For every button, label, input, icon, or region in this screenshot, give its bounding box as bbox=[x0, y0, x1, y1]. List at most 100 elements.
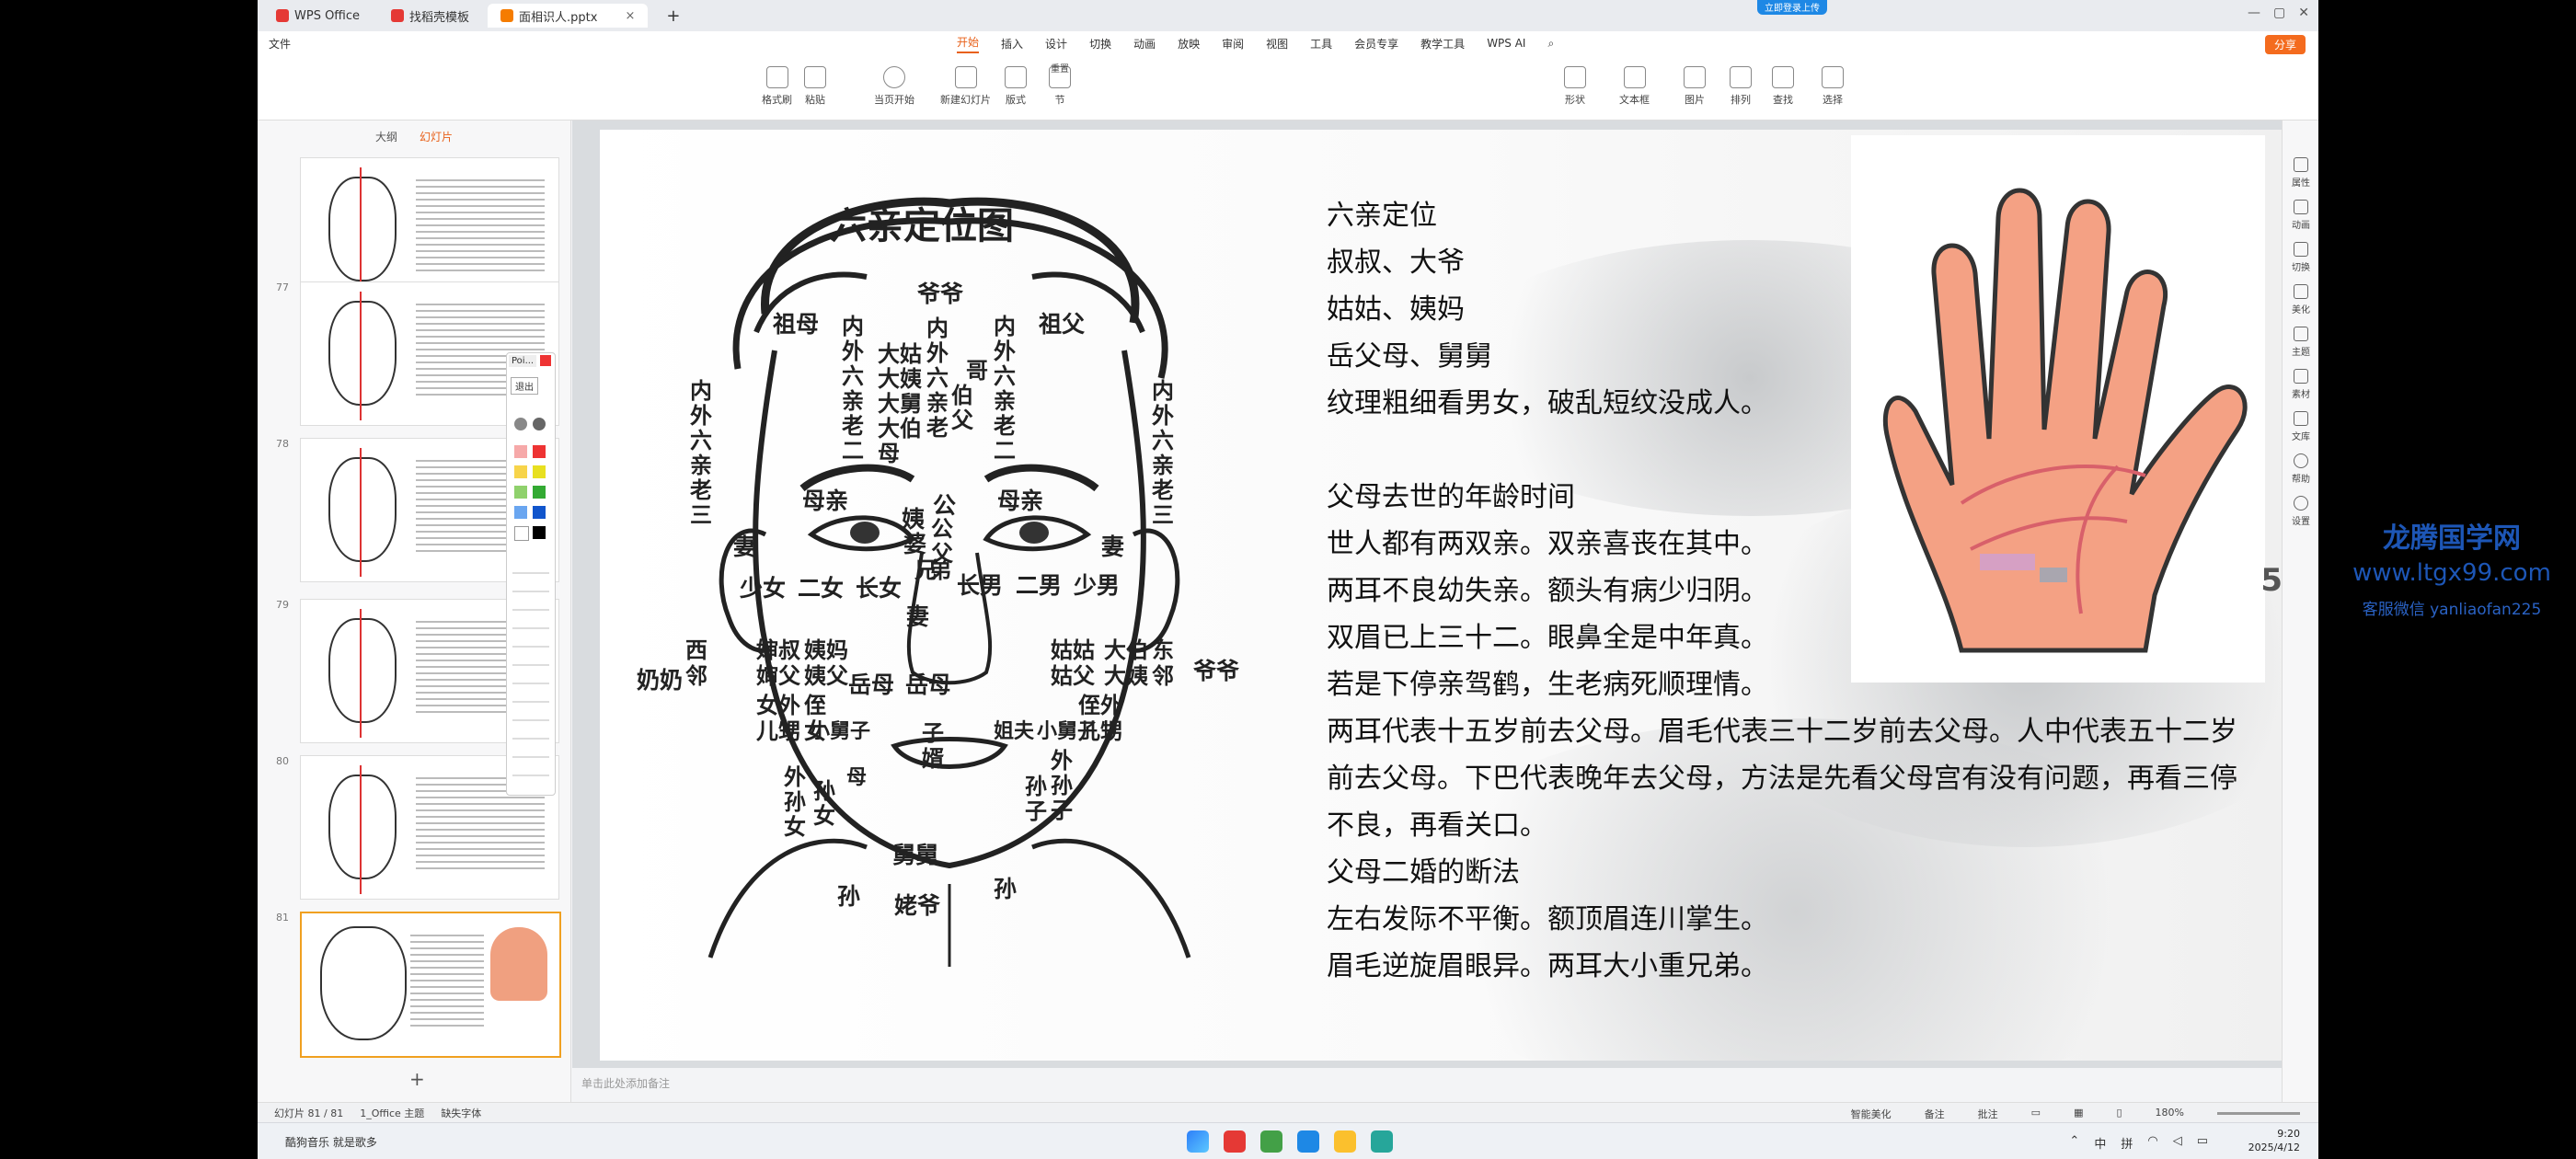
menu-slideshow[interactable]: 放映 bbox=[1178, 36, 1200, 52]
view-sorter-icon[interactable]: ▦ bbox=[2074, 1107, 2083, 1121]
close-tab-icon[interactable]: × bbox=[625, 9, 635, 23]
picture-button[interactable]: 图片 bbox=[1684, 66, 1706, 107]
slide-canvas: 六亲定位图 爷爷 祖母 祖父 母亲 母亲 妻 妻 妻 少女 二女 长女 长男 二… bbox=[572, 120, 2294, 1090]
transition-button[interactable]: 切换 bbox=[2286, 242, 2316, 273]
view-normal-icon[interactable]: ▭ bbox=[2031, 1107, 2041, 1121]
new-tab-button[interactable]: + bbox=[653, 4, 693, 28]
slide-thumbnail[interactable] bbox=[300, 157, 559, 302]
view-reading-icon[interactable]: ▯ bbox=[2116, 1107, 2122, 1121]
slide-thumbnail-selected[interactable] bbox=[300, 912, 561, 1058]
color-swatch[interactable] bbox=[514, 445, 527, 458]
tab-document[interactable]: 面相识人.pptx × bbox=[488, 4, 649, 28]
menu-insert[interactable]: 插入 bbox=[1001, 36, 1023, 52]
menu-design[interactable]: 设计 bbox=[1045, 36, 1067, 52]
select-button[interactable]: 选择 bbox=[1822, 66, 1844, 107]
color-swatch[interactable] bbox=[533, 506, 546, 519]
notes-input[interactable]: 单击此处添加备注 bbox=[572, 1070, 2293, 1097]
slide-81[interactable]: 六亲定位图 爷爷 祖母 祖父 母亲 母亲 妻 妻 妻 少女 二女 长女 长男 二… bbox=[600, 130, 2294, 1061]
ime-mode[interactable]: 拼 bbox=[2121, 1134, 2133, 1152]
menu-tools[interactable]: 工具 bbox=[1310, 36, 1332, 52]
material-button[interactable]: 素材 bbox=[2286, 369, 2316, 400]
tab-template[interactable]: 找稻壳模板 bbox=[378, 4, 482, 28]
settings-button[interactable]: 设置 bbox=[2286, 496, 2316, 527]
menu-file[interactable]: 文件 bbox=[269, 36, 291, 52]
color-swatch[interactable] bbox=[533, 445, 546, 458]
color-swatch[interactable] bbox=[514, 486, 527, 499]
zoom-level[interactable]: 180% bbox=[2156, 1107, 2184, 1121]
menu-teaching[interactable]: 教学工具 bbox=[1420, 36, 1465, 52]
color-swatch[interactable] bbox=[514, 465, 527, 478]
menu-bar: 文件 开始 插入 设计 切换 动画 放映 审阅 视图 工具 会员专享 教学工具 … bbox=[258, 31, 2318, 55]
paste-button[interactable]: 粘贴 bbox=[804, 66, 826, 107]
battery-icon[interactable]: ▭ bbox=[2197, 1134, 2208, 1152]
menu-review[interactable]: 审阅 bbox=[1222, 36, 1244, 52]
music-widget[interactable]: 酷狗音乐 就是歌多 bbox=[285, 1134, 377, 1150]
color-swatch[interactable] bbox=[533, 526, 546, 539]
tab-slides[interactable]: 幻灯片 bbox=[420, 129, 453, 144]
find-button[interactable]: 查找 bbox=[1772, 66, 1794, 107]
textbox-button[interactable]: 文本框 bbox=[1619, 66, 1650, 107]
notes-toggle[interactable]: 备注 bbox=[1925, 1107, 1945, 1121]
menu-view[interactable]: 视图 bbox=[1266, 36, 1288, 52]
color-swatch[interactable] bbox=[533, 465, 546, 478]
pen-size-icon[interactable] bbox=[533, 418, 546, 430]
volume-icon[interactable]: ◁ bbox=[2173, 1134, 2182, 1152]
search-icon[interactable]: ⌕ bbox=[1547, 37, 1554, 51]
pen-size-icon[interactable] bbox=[514, 418, 527, 430]
share-button[interactable]: 分享 bbox=[2264, 35, 2306, 54]
system-clock[interactable]: 9:20 2025/4/12 bbox=[2248, 1127, 2300, 1154]
color-swatch[interactable] bbox=[533, 486, 546, 499]
menu-home[interactable]: 开始 bbox=[957, 34, 980, 53]
face-sketch-icon bbox=[328, 775, 397, 879]
reset-button[interactable]: 重置 bbox=[1051, 61, 1069, 75]
close-palette-icon[interactable] bbox=[540, 355, 551, 366]
layout-button[interactable]: 版式 bbox=[1005, 66, 1027, 107]
library-button[interactable]: 文库 bbox=[2286, 411, 2316, 442]
theme-name[interactable]: 1_Office 主题 bbox=[360, 1106, 424, 1120]
animation-button[interactable]: 动画 bbox=[2286, 200, 2316, 231]
app-taskbar-icon[interactable] bbox=[1260, 1130, 1282, 1153]
label-yuemu-right: 岳母 bbox=[905, 671, 952, 698]
menu-transition[interactable]: 切换 bbox=[1089, 36, 1111, 52]
vlabel-gugu: 姑姑 bbox=[1051, 637, 1095, 663]
login-button[interactable]: 立即登录上传 bbox=[1757, 0, 1827, 15]
folder-icon[interactable] bbox=[1334, 1130, 1356, 1153]
label-ernv: 二女 bbox=[798, 575, 845, 602]
tab-wps-office[interactable]: WPS Office bbox=[263, 4, 373, 28]
menu-member[interactable]: 会员专享 bbox=[1354, 36, 1398, 52]
theme-button[interactable]: 主题 bbox=[2286, 327, 2316, 358]
format-painter-button[interactable]: 格式刷 bbox=[762, 66, 792, 107]
drawing-tools[interactable] bbox=[512, 556, 549, 776]
new-slide-button[interactable]: 新建幻灯片 bbox=[940, 66, 991, 107]
app-taskbar-icon[interactable] bbox=[1297, 1130, 1319, 1153]
comment-toggle[interactable]: 批注 bbox=[1978, 1107, 1998, 1121]
color-swatch[interactable] bbox=[514, 506, 527, 519]
tab-outline[interactable]: 大纲 bbox=[375, 129, 397, 144]
app-taskbar-icon[interactable] bbox=[1371, 1130, 1393, 1153]
ime-language[interactable]: 中 bbox=[2094, 1134, 2106, 1152]
menu-wps-ai[interactable]: WPS AI bbox=[1487, 37, 1525, 50]
chevron-up-icon[interactable]: ⌃ bbox=[2069, 1134, 2079, 1152]
missing-font-indicator[interactable]: 缺失字体 bbox=[441, 1106, 481, 1120]
label-shaonv: 少女 bbox=[740, 575, 787, 602]
color-swatch[interactable] bbox=[514, 526, 529, 541]
play-from-current-button[interactable]: 当页开始 bbox=[874, 66, 914, 107]
add-slide-button[interactable]: + bbox=[409, 1068, 425, 1090]
tool-label: 素材 bbox=[2292, 390, 2310, 400]
close-icon[interactable]: ✕ bbox=[2298, 6, 2309, 20]
smart-beautify-button[interactable]: 智能美化 bbox=[1851, 1107, 1892, 1121]
start-windows-icon[interactable] bbox=[1187, 1130, 1209, 1153]
property-button[interactable]: 属性 bbox=[2286, 157, 2316, 189]
zoom-slider[interactable] bbox=[2217, 1112, 2300, 1115]
exit-pen-button[interactable]: 退出 bbox=[511, 377, 538, 395]
help-button[interactable]: 帮助 bbox=[2286, 453, 2316, 485]
beautify-button[interactable]: 美化 bbox=[2286, 284, 2316, 316]
wifi-icon[interactable]: ◠ bbox=[2147, 1134, 2157, 1152]
maximize-icon[interactable]: ▢ bbox=[2273, 6, 2285, 20]
thumbnail-81[interactable]: 81 bbox=[267, 912, 561, 1059]
shape-button[interactable]: 形状 bbox=[1564, 66, 1586, 107]
arrange-button[interactable]: 排列 bbox=[1730, 66, 1752, 107]
menu-animation[interactable]: 动画 bbox=[1133, 36, 1156, 52]
minimize-icon[interactable]: — bbox=[2248, 6, 2260, 20]
wps-taskbar-icon[interactable] bbox=[1224, 1130, 1246, 1153]
